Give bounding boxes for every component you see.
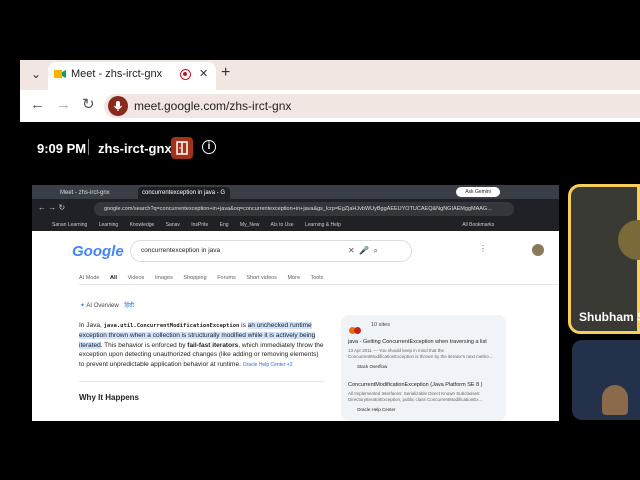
filter-tab: Forums <box>217 275 236 281</box>
result-source: Oracle Help Center <box>357 407 396 412</box>
bookmark: My_New <box>239 222 260 228</box>
filter-tab: Videos <box>127 275 145 281</box>
meeting-code: zhs-irct-gnx <box>98 141 172 156</box>
filter-tab: AI Mode <box>79 275 100 281</box>
site-favicons-icon <box>349 321 367 334</box>
participant-name: Shubham S <box>579 310 640 324</box>
host-controls-button[interactable] <box>171 137 193 159</box>
tab-close-icon[interactable]: ✕ <box>199 67 208 80</box>
shared-nav-icons: ← → ↻ <box>38 203 66 212</box>
header-icons: ⋮ <box>479 244 487 253</box>
url-text: meet.google.com/zhs-irct-gnx <box>134 99 292 113</box>
divider <box>79 284 559 285</box>
ai-overview-text: In Java, java.util.ConcurrentModificatio… <box>79 321 324 370</box>
bookmark: Eng <box>219 222 229 228</box>
result-meta: All Implemented Interfaces: Serializable… <box>348 391 481 396</box>
result-meta: DirectoryIteratorException, public class… <box>348 397 483 402</box>
all-bookmarks: All Bookmarks <box>462 222 495 228</box>
divider <box>79 381 324 382</box>
tab-title: Meet - zhs-irct-gnx <box>71 68 163 80</box>
filter-tab: Images <box>154 275 173 281</box>
ai-overview-label: AI Overview <box>86 303 119 309</box>
shared-screen: Meet - zhs-irct-gnx concurrentexception … <box>32 185 559 421</box>
gemini-spark-icon: ✦ <box>80 303 86 309</box>
filter-tab: Tools <box>310 275 324 281</box>
bookmark: InsPrite <box>191 222 209 228</box>
result-title: java - Getting ConcurrentException when … <box>348 339 487 345</box>
avatar <box>532 244 544 256</box>
sites-count: 10 sites <box>371 322 390 328</box>
participant-tile[interactable] <box>572 340 640 420</box>
filter-tab: Short videos <box>246 275 277 281</box>
shared-tab-meet: Meet - zhs-irct-gnx <box>60 190 110 196</box>
sources-panel: 10 sites java - Getting ConcurrentExcept… <box>341 315 506 421</box>
search-filter-tabs: AI Mode All Videos Images Shopping Forum… <box>79 275 332 281</box>
bookmark: Sanav <box>165 222 180 228</box>
tab-search-dropdown-icon[interactable]: ⌄ <box>26 65 46 83</box>
result-meta: ConcurrentModificationException is throw… <box>348 354 493 359</box>
meeting-time: 9:09 PM <box>37 141 87 156</box>
shared-url: google.com/search?q=concurrentexception+… <box>94 202 514 216</box>
result-title: ConcurrentModificationException (Java Pl… <box>348 382 483 388</box>
bold-term: fail-fast iterators <box>187 341 239 349</box>
reload-icon[interactable]: ↻ <box>82 95 95 113</box>
bookmark: Learning <box>98 222 119 228</box>
bookmark: AIs to Use <box>270 222 294 228</box>
microphone-in-use-icon[interactable] <box>108 96 128 116</box>
google-doodle-logo: Google <box>72 243 124 260</box>
divider <box>88 139 89 155</box>
shared-tab-search: concurrentexception in java - G <box>138 187 230 199</box>
ai-overview-header: ✦ AI Overview हिंदी <box>80 301 134 309</box>
text: In Java, <box>79 322 104 329</box>
result-source: Stack Overflow <box>357 364 388 369</box>
participant-video <box>602 385 628 415</box>
shared-bookmarks-bar: Sanan Learning Learning Knowledge Sanav … <box>32 219 559 231</box>
text: . This behavior is enforced by <box>100 341 188 349</box>
section-heading: Why It Happens <box>79 393 140 402</box>
meet-favicon-icon <box>54 70 66 78</box>
filter-tab: More <box>287 275 300 281</box>
ask-gemini-button: Ask Gemini <box>456 187 500 197</box>
filter-tab-all: All <box>110 275 118 281</box>
text: is <box>239 322 248 329</box>
result-meta: 13 Apr 2011 — You should keep in mind th… <box>348 348 444 353</box>
info-icon[interactable]: i <box>202 140 216 154</box>
filter-tab: Shopping <box>183 275 207 281</box>
bookmark: Learning & Help <box>304 222 341 228</box>
code-term: java.util.ConcurrentModificationExceptio… <box>103 323 240 329</box>
back-icon[interactable]: ← <box>30 96 45 113</box>
bookmark: Knowledge <box>129 222 155 228</box>
citation-chip: Oracle Help Center +2 <box>242 361 293 368</box>
recording-icon <box>180 69 191 80</box>
bookmark: Sanan Learning <box>52 222 88 228</box>
search-tools-icons: ✕ 🎤 ⌕ <box>348 246 379 255</box>
forward-icon[interactable]: → <box>56 96 71 113</box>
ai-language: हिंदी <box>124 303 134 309</box>
new-tab-icon[interactable]: + <box>221 64 230 82</box>
